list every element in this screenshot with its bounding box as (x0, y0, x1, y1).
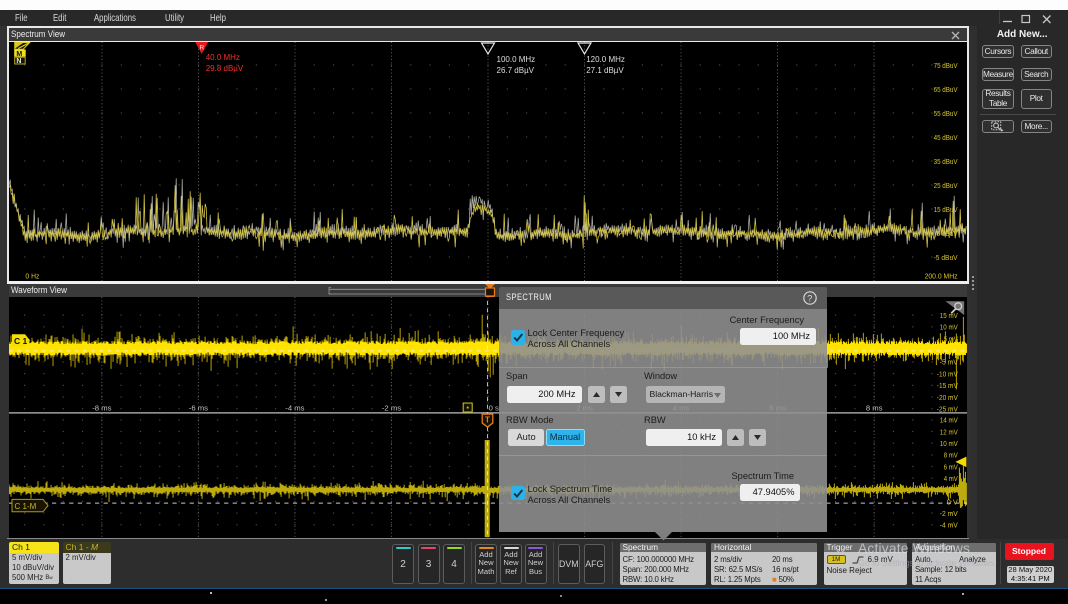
svg-text:R: R (200, 44, 205, 51)
svg-text:C 1: C 1 (14, 336, 28, 346)
svg-text:12 mV: 12 mV (940, 428, 959, 437)
svg-text:-4 mV: -4 mV (940, 521, 959, 530)
svg-text:C 1-M: C 1-M (15, 502, 37, 511)
svg-text:-4 ms: -4 ms (285, 404, 304, 413)
svg-text:-2 mV: -2 mV (940, 509, 959, 518)
svg-text:100.0 MHz: 100.0 MHz (497, 55, 536, 64)
svg-text:27.1 dBµV: 27.1 dBµV (586, 66, 624, 75)
svg-text:N: N (17, 58, 22, 65)
svg-text:25 dBuV: 25 dBuV (934, 180, 959, 189)
svg-text:26.7 dBµV: 26.7 dBµV (497, 66, 535, 75)
svg-text:6 mV: 6 mV (944, 463, 959, 472)
svg-text:75 dBuV: 75 dBuV (934, 60, 959, 69)
svg-text:29.8 dBµV: 29.8 dBµV (206, 64, 244, 73)
svg-text:-2 ms: -2 ms (382, 404, 401, 413)
svg-text:-5 dBuV: -5 dBuV (934, 252, 959, 261)
svg-text:-8 ms: -8 ms (92, 404, 111, 413)
svg-text:8 ms: 8 ms (866, 404, 883, 413)
svg-text:0 Hz: 0 Hz (26, 271, 40, 280)
svg-text:-5 mV: -5 mV (940, 358, 959, 367)
svg-text:4 mV: 4 mV (944, 474, 959, 483)
svg-text:200.0 MHz: 200.0 MHz (925, 271, 958, 280)
svg-text:10 mV: 10 mV (940, 439, 959, 448)
svg-text:-10 mV: -10 mV (937, 370, 959, 379)
svg-text:-15 mV: -15 mV (937, 381, 959, 390)
svg-text:40.0 MHz: 40.0 MHz (206, 53, 240, 62)
svg-text:120.0 MHz: 120.0 MHz (586, 55, 625, 64)
svg-text:45 dBuV: 45 dBuV (934, 132, 959, 141)
svg-text:35 dBuV: 35 dBuV (934, 156, 959, 165)
svg-text:8 mV: 8 mV (944, 451, 959, 460)
svg-text:-20 mV: -20 mV (937, 393, 959, 402)
svg-text:T: T (485, 416, 490, 425)
svg-text:?: ? (807, 293, 813, 304)
svg-text:55 dBuV: 55 dBuV (934, 108, 959, 117)
svg-text:15 mV: 15 mV (940, 311, 959, 320)
svg-text:-6 ms: -6 ms (189, 404, 208, 413)
svg-text:0 s: 0 s (489, 404, 499, 413)
svg-text:14 mV: 14 mV (940, 416, 959, 425)
svg-text:65 dBuV: 65 dBuV (934, 84, 959, 93)
svg-text:10 mV: 10 mV (940, 323, 959, 332)
svg-text:M: M (17, 50, 23, 57)
